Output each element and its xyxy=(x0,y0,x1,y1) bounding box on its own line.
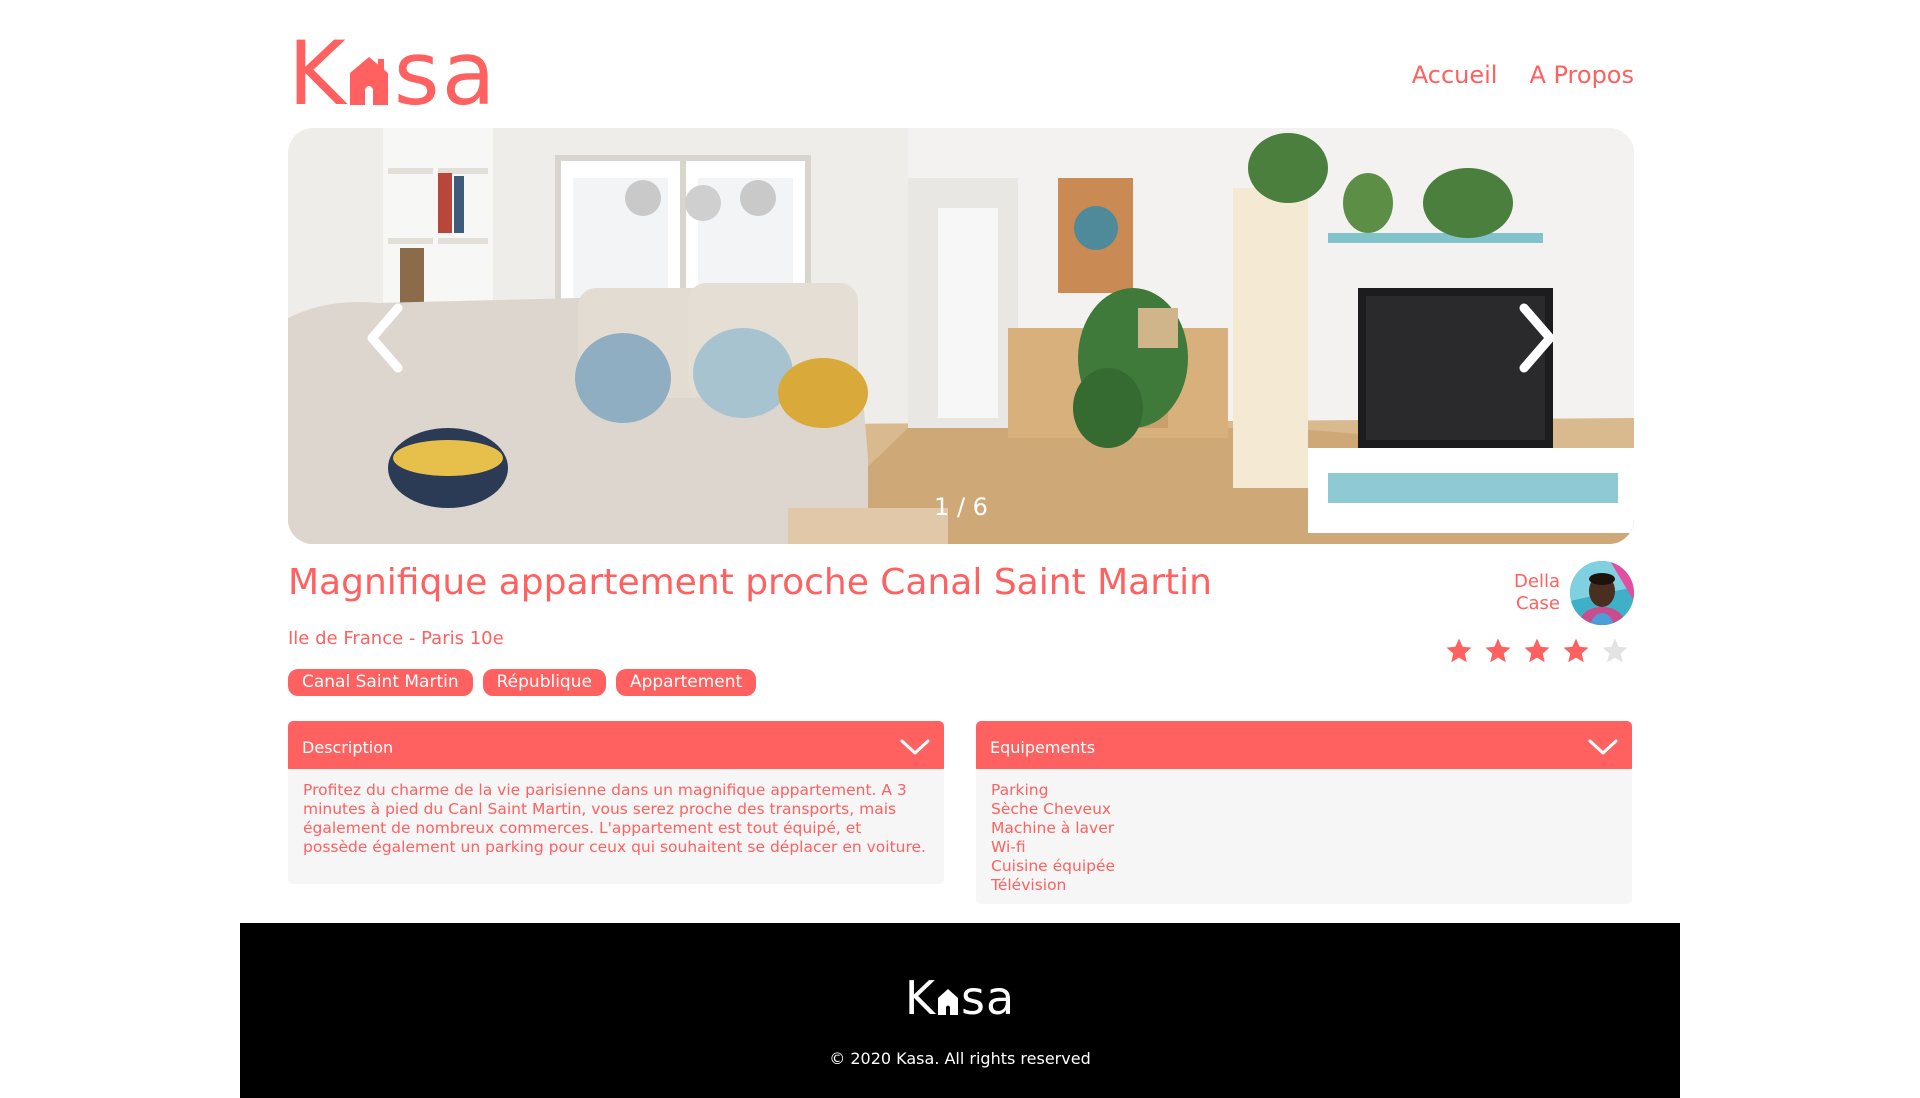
equipment-item: Machine à laver xyxy=(991,819,1115,837)
star-filled-icon xyxy=(1524,638,1550,663)
description-toggle[interactable]: Description xyxy=(288,721,944,773)
carousel-prev-arrow[interactable] xyxy=(360,298,420,378)
description-text: Profitez du charme de la vie parisienne … xyxy=(303,781,926,856)
description-content: Profitez du charme de la vie parisienne … xyxy=(288,769,944,884)
kasa-logo[interactable]: K sa xyxy=(288,30,498,118)
equipment-list: Parking Sèche Cheveux Machine à laver Wi… xyxy=(991,781,1616,895)
star-filled-icon xyxy=(1485,638,1511,663)
apartment-photo xyxy=(288,128,1634,544)
host-name: Della Case xyxy=(1514,571,1560,615)
footer-logo-letters-sa: sa xyxy=(961,971,1016,1025)
logo-letter-k: K xyxy=(288,22,348,125)
equipment-item: Wi-fi xyxy=(991,838,1026,856)
equipments-content: Parking Sèche Cheveux Machine à laver Wi… xyxy=(976,769,1632,904)
equipments-label: Equipements xyxy=(990,737,1096,757)
tag-canal-saint-martin: Canal Saint Martin xyxy=(288,669,473,696)
carousel-next-arrow[interactable] xyxy=(1502,298,1562,378)
description-label: Description xyxy=(302,737,394,757)
star-filled-icon xyxy=(1446,638,1472,663)
listing-title: Magnifique appartement proche Canal Sain… xyxy=(288,562,1212,603)
tag-appartement: Appartement xyxy=(615,669,757,696)
rating-stars xyxy=(1444,636,1630,666)
chevron-down-icon xyxy=(1588,739,1618,755)
chevron-down-icon xyxy=(900,739,930,755)
footer-logo: K sa xyxy=(240,975,1680,1021)
house-icon xyxy=(349,57,388,105)
host-last-name: Case xyxy=(1515,593,1560,614)
host-first-name: Della xyxy=(1514,571,1560,592)
nav-link-a-propos[interactable]: A Propos xyxy=(1529,61,1634,89)
equipment-item: Cuisine équipée xyxy=(991,857,1116,875)
tag-list: Canal Saint Martin République Appartemen… xyxy=(288,669,757,696)
main-nav: Accueil A Propos xyxy=(1412,61,1634,89)
equipment-item: Parking xyxy=(991,781,1049,799)
equipments-collapse: Equipements Parking Sèche Cheveux Machin… xyxy=(976,721,1632,904)
equipment-item: Sèche Cheveux xyxy=(991,800,1112,818)
carousel-counter: 1 / 6 xyxy=(934,493,988,521)
copyright-text: © 2020 Kasa. All rights reserved xyxy=(829,1049,1091,1068)
footer: K sa © 2020 Kasa. All rights reserved xyxy=(240,923,1680,1098)
description-collapse: Description Profitez du charme de la vie… xyxy=(288,721,944,884)
equipment-item: Télévision xyxy=(991,876,1067,894)
listing-location: Ile de France - Paris 10e xyxy=(288,628,504,649)
listing-page: K sa Accueil A Propos 1 / 6 Magnifique a… xyxy=(0,0,1920,1098)
nav-link-accueil[interactable]: Accueil xyxy=(1412,61,1498,89)
star-filled-icon xyxy=(1563,638,1589,663)
star-empty-icon xyxy=(1602,638,1628,663)
header: K sa Accueil A Propos xyxy=(288,30,1634,118)
tag-republique: République xyxy=(482,669,606,696)
logo-letters-sa: sa xyxy=(393,22,498,125)
photo-carousel: 1 / 6 xyxy=(288,128,1634,544)
equipments-toggle[interactable]: Equipements xyxy=(976,721,1632,773)
host-avatar xyxy=(1570,561,1634,625)
house-icon xyxy=(938,989,958,1015)
footer-logo-letter-k: K xyxy=(904,971,936,1025)
host-info: Della Case xyxy=(1480,560,1634,626)
